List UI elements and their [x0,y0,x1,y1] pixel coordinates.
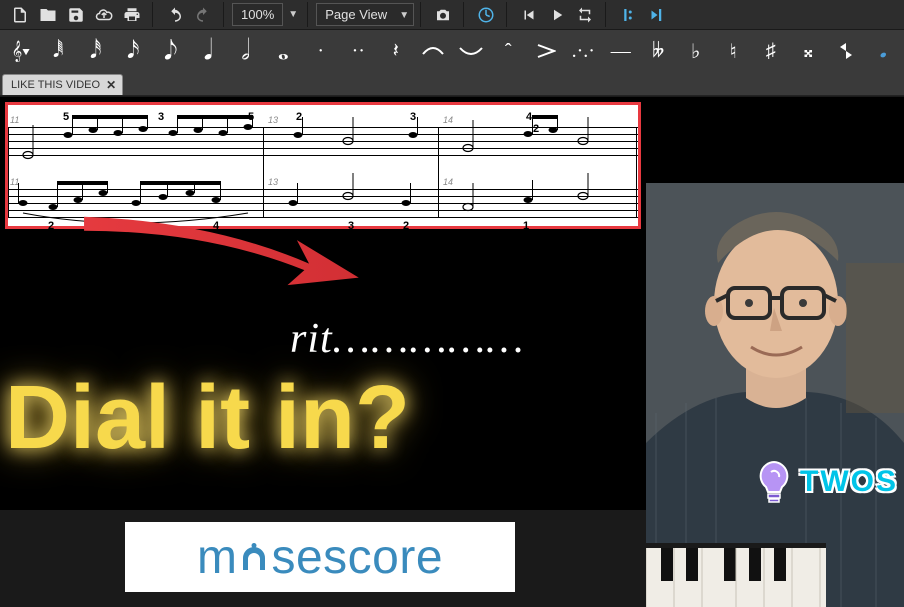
loop-button[interactable] [571,2,599,28]
slur-button[interactable] [456,33,486,69]
zoom-control[interactable]: 100% ▼ [232,3,301,26]
note-input-mode-button[interactable]: 𝄞▾ [6,33,36,69]
metronome-group [466,2,507,27]
tenuto-button[interactable]: — [606,33,636,69]
save-button[interactable] [62,2,90,28]
new-file-button[interactable] [6,2,34,28]
view-mode-label: Page View [325,7,387,22]
voice-1-button[interactable]: 𝅘 [869,33,899,69]
camera-button[interactable] [429,2,457,28]
dot-button[interactable]: · [306,33,336,69]
staccato-dots[interactable]: .·.· [569,33,599,69]
play-button[interactable] [543,2,571,28]
document-tabs: LIKE THIS VIDEO ✕ [0,72,904,96]
playback-group [509,2,606,27]
open-folder-button[interactable] [34,2,62,28]
thumbnail-headline: Dial it in? [5,367,410,470]
file-group [0,2,153,27]
tab-label: LIKE THIS VIDEO [11,79,100,91]
metronome-button[interactable] [472,2,500,28]
double-sharp-button[interactable]: 𝄪 [794,33,824,69]
duration-64th[interactable]: 𝅘𝅥𝅱 [44,33,74,69]
cloud-save-button[interactable] [90,2,118,28]
score-view[interactable]: 11 13 14 11 13 14 5 3 5 2 3 4 2 2 1 4 3 … [5,102,641,229]
watermark-text: TWOS [800,465,898,499]
sharp-button[interactable]: ♯ [756,33,786,69]
zoom-group: 100% ▼ [226,2,308,27]
snapshot-group [423,2,464,27]
redo-button[interactable] [189,2,217,28]
natural-button[interactable]: ♮ [719,33,749,69]
tab-document[interactable]: LIKE THIS VIDEO ✕ [2,74,123,95]
red-arrow-annotation [70,212,370,287]
zoom-value[interactable]: 100% [232,3,283,26]
ritardando-text: rit…………… [290,315,524,363]
duration-quarter[interactable]: 𝅘𝅥 [194,33,224,69]
presenter-photo [646,183,904,607]
musescore-logo-card: m sescore [125,522,515,592]
flip-button[interactable] [831,33,861,69]
marcato-button[interactable]: ˆ [494,33,524,69]
tie-button[interactable] [419,33,449,69]
score-stage: 11 13 14 11 13 14 5 3 5 2 3 4 2 2 1 4 3 … [0,97,904,510]
duration-whole[interactable]: 𝅝 [269,33,299,69]
double-flat-button[interactable]: 𝄫 [644,33,674,69]
close-icon[interactable]: ✕ [106,78,116,92]
lightbulb-icon [754,460,794,504]
flat-button[interactable]: ♭ [681,33,711,69]
duration-32nd[interactable]: 𝅘𝅥𝅰 [81,33,111,69]
repeat-group [608,2,676,27]
logo-text-prefix: m [197,530,237,585]
logo-head-icon [239,538,269,576]
rewind-button[interactable] [515,2,543,28]
watermark: TWOS [754,460,898,504]
note-input-palette: 𝄞▾ 𝅘𝅥𝅱 𝅘𝅥𝅰 𝅘𝅥𝅯 𝅘𝅥𝅮 𝅘𝅥 𝅗𝅥 𝅝 · ·· 𝄽 ˆ .·.·… [0,30,904,72]
logo-text-suffix: sescore [271,530,443,585]
sforzando-button[interactable] [531,33,561,69]
duration-half[interactable]: 𝅗𝅥 [231,33,261,69]
main-toolbar: 100% ▼ Page View ▼ [0,0,904,30]
undo-group [155,2,224,27]
undo-button[interactable] [161,2,189,28]
duration-16th[interactable]: 𝅘𝅥𝅯 [119,33,149,69]
double-dot-button[interactable]: ·· [344,33,374,69]
duration-8th[interactable]: 𝅘𝅥𝅮 [156,33,186,69]
chevron-down-icon[interactable]: ▼ [285,9,301,20]
chevron-down-icon[interactable]: ▼ [399,10,409,21]
musescore-logo: m sescore [197,530,443,585]
print-button[interactable] [118,2,146,28]
view-group: Page View ▼ [310,2,421,27]
loop-out-button[interactable] [642,2,670,28]
rest-button[interactable]: 𝄽 [381,33,411,69]
view-mode-select[interactable]: Page View ▼ [316,3,414,26]
loop-in-button[interactable] [614,2,642,28]
